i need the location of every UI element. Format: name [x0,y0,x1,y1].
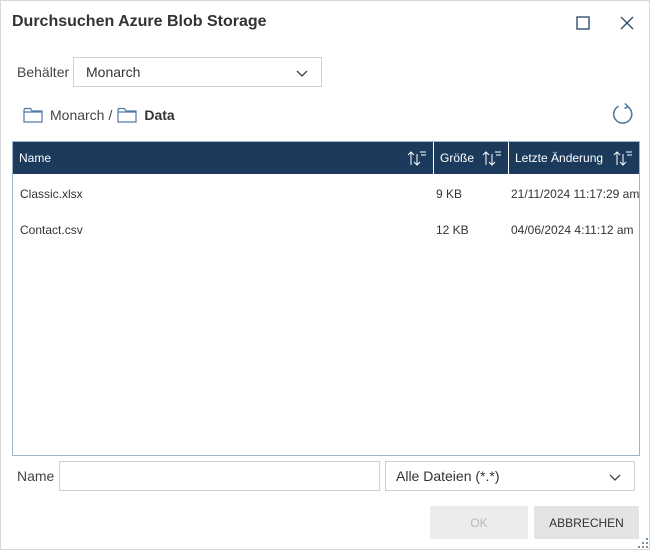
cell-modified: 21/11/2024 11:17:29 am [511,187,640,201]
close-button[interactable] [617,13,637,33]
chevron-down-icon [296,70,308,77]
breadcrumb-item-data[interactable]: Data [117,107,175,123]
breadcrumb-label: Monarch [50,107,105,123]
sort-icon[interactable] [613,150,633,166]
sort-icon[interactable] [407,150,427,166]
breadcrumb: Monarch / Data [23,105,175,125]
resize-grip-icon[interactable] [637,537,649,549]
container-selected-value: Monarch [86,64,141,80]
ok-button[interactable]: OK [430,506,528,539]
container-dropdown[interactable]: Monarch [73,57,322,87]
refresh-icon [612,102,633,124]
table-row[interactable]: Contact.csv 12 KB 04/06/2024 4:11:12 am [13,212,639,248]
column-header-modified[interactable]: Letzte Änderung [509,142,639,174]
grid-header: Name Größe Letzte Änderung [13,142,639,174]
cell-size: 12 KB [436,223,469,237]
maximize-icon [576,16,590,30]
file-type-filter-dropdown[interactable]: Alle Dateien (*.*) [385,461,635,491]
breadcrumb-label: Data [144,107,175,123]
azure-blob-browser-dialog: Durchsuchen Azure Blob Storage Behälter … [0,0,650,550]
name-label: Name [17,468,55,484]
maximize-button[interactable] [573,13,593,33]
container-label: Behälter [17,64,70,80]
dialog-title: Durchsuchen Azure Blob Storage [12,13,267,30]
cell-name: Contact.csv [20,223,83,237]
column-header-size[interactable]: Größe [434,142,509,174]
breadcrumb-item-monarch[interactable]: Monarch [23,107,104,123]
cell-size: 9 KB [436,187,463,201]
cell-modified: 04/06/2024 4:11:12 am [511,223,634,237]
refresh-button[interactable] [611,102,635,126]
cancel-button[interactable]: ABBRECHEN [534,506,639,539]
sort-icon[interactable] [482,150,502,166]
folder-icon [23,107,43,123]
name-input[interactable] [59,461,380,491]
column-header-name[interactable]: Name [13,142,434,174]
filter-selected-value: Alle Dateien (*.*) [396,468,500,484]
breadcrumb-separator: / [108,107,113,123]
column-header-label: Größe [440,151,475,165]
column-header-label: Letzte Änderung [515,151,604,165]
close-icon [620,16,634,30]
file-grid: Name Größe Letzte Änderung Classic.xlsx [12,141,640,456]
column-header-label: Name [19,151,52,165]
cell-name: Classic.xlsx [20,187,83,201]
chevron-down-icon [609,474,621,481]
folder-icon [117,107,137,123]
table-row[interactable]: Classic.xlsx 9 KB 21/11/2024 11:17:29 am [13,176,639,212]
